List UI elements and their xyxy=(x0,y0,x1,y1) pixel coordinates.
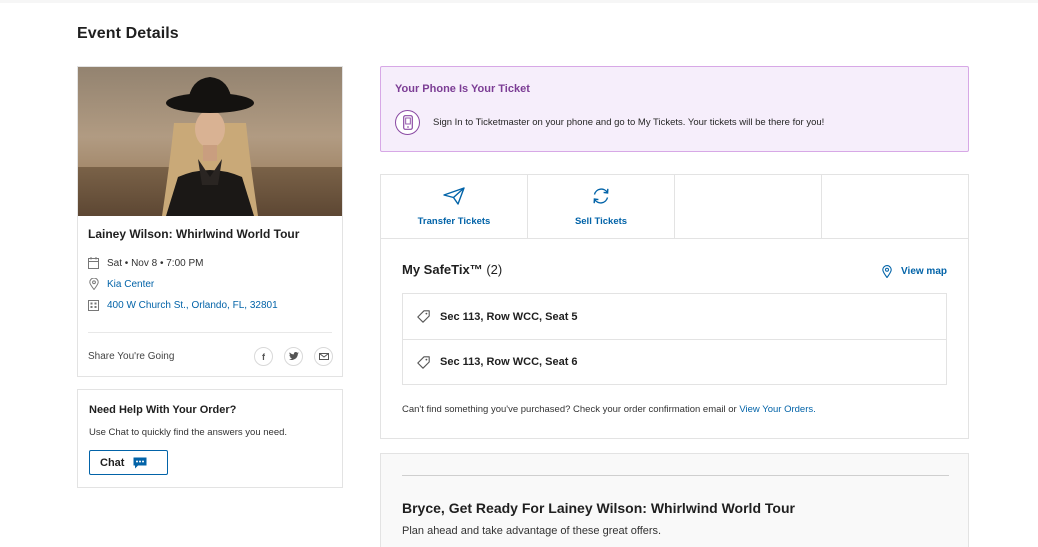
chat-button[interactable]: Chat xyxy=(89,450,168,475)
twitter-share-button[interactable] xyxy=(284,347,303,366)
tickets-panel: Transfer Tickets Sell Tickets My SafeTix… xyxy=(380,174,969,439)
promo-title: Bryce, Get Ready For Lainey Wilson: Whir… xyxy=(402,500,795,516)
cant-find-message: Can't find something you've purchased? C… xyxy=(402,404,816,415)
chat-label: Chat xyxy=(100,456,125,469)
seat-label: Sec 113, Row WCC, Seat 6 xyxy=(440,356,578,368)
chat-bubble-icon xyxy=(133,457,147,469)
location-pin-icon xyxy=(882,265,892,278)
seat-list: Sec 113, Row WCC, Seat 5 Sec 113, Row WC… xyxy=(402,293,947,385)
promo-divider xyxy=(402,475,949,476)
phone-ticket-banner: Your Phone Is Your Ticket Sign In to Tic… xyxy=(380,66,969,152)
address-link[interactable]: 400 W Church St., Orlando, FL, 32801 xyxy=(107,300,278,311)
facebook-share-button[interactable]: f xyxy=(254,347,273,366)
view-your-orders-link[interactable]: View Your Orders. xyxy=(739,404,815,415)
event-image xyxy=(78,67,342,216)
help-card: Need Help With Your Order? Use Chat to q… xyxy=(77,389,343,488)
building-icon xyxy=(88,299,99,311)
phone-banner-text: Sign In to Ticketmaster on your phone an… xyxy=(433,117,825,128)
venue-link[interactable]: Kia Center xyxy=(107,279,154,290)
promo-panel: Bryce, Get Ready For Lainey Wilson: Whir… xyxy=(380,453,969,547)
paper-plane-icon xyxy=(443,187,465,210)
event-name[interactable]: Lainey Wilson: Whirlwind World Tour xyxy=(88,227,299,241)
event-card: Lainey Wilson: Whirlwind World Tour Sat … xyxy=(77,66,343,377)
email-icon xyxy=(318,352,329,362)
event-address[interactable]: 400 W Church St., Orlando, FL, 32801 xyxy=(88,299,278,311)
safetix-heading: My SafeTix™ (2) xyxy=(402,262,502,277)
card-divider xyxy=(88,332,332,333)
seat-label: Sec 113, Row WCC, Seat 5 xyxy=(440,310,578,323)
page-title: Event Details xyxy=(77,25,179,42)
top-strip xyxy=(0,0,1038,3)
event-datetime-text: Sat • Nov 8 • 7:00 PM xyxy=(107,257,204,269)
ticket-tag-icon xyxy=(417,355,430,369)
phone-banner-title: Your Phone Is Your Ticket xyxy=(395,83,530,95)
facebook-icon: f xyxy=(262,351,265,362)
email-share-button[interactable] xyxy=(314,347,333,366)
event-venue[interactable]: Kia Center xyxy=(88,278,154,290)
view-map-link[interactable]: View map xyxy=(882,265,947,278)
seat-row[interactable]: Sec 113, Row WCC, Seat 6 xyxy=(403,339,946,384)
location-pin-icon xyxy=(88,278,99,290)
refresh-icon xyxy=(591,187,611,210)
transfer-tickets-label: Transfer Tickets xyxy=(417,216,491,227)
twitter-icon xyxy=(288,351,299,362)
artist-photo xyxy=(162,77,258,216)
view-map-label: View map xyxy=(901,266,947,277)
promo-subtitle: Plan ahead and take advantage of these g… xyxy=(402,525,662,537)
help-title: Need Help With Your Order? xyxy=(89,404,237,416)
event-datetime: Sat • Nov 8 • 7:00 PM xyxy=(88,257,204,269)
share-label: Share You're Going xyxy=(88,351,175,362)
safetix-count: (2) xyxy=(486,262,503,277)
mobile-phone-icon xyxy=(395,110,420,135)
seat-row[interactable]: Sec 113, Row WCC, Seat 5 xyxy=(403,294,946,339)
help-text: Use Chat to quickly find the answers you… xyxy=(89,427,288,438)
calendar-icon xyxy=(88,257,99,269)
safetix-title: My SafeTix™ xyxy=(402,262,483,277)
action-tile-empty xyxy=(675,175,822,239)
cant-find-text: Can't find something you've purchased? C… xyxy=(402,404,737,415)
transfer-tickets-button[interactable]: Transfer Tickets xyxy=(381,175,528,239)
sell-tickets-button[interactable]: Sell Tickets xyxy=(528,175,675,239)
sell-tickets-label: Sell Tickets xyxy=(574,216,628,227)
ticket-tag-icon xyxy=(417,310,430,323)
panel-divider xyxy=(381,238,968,239)
